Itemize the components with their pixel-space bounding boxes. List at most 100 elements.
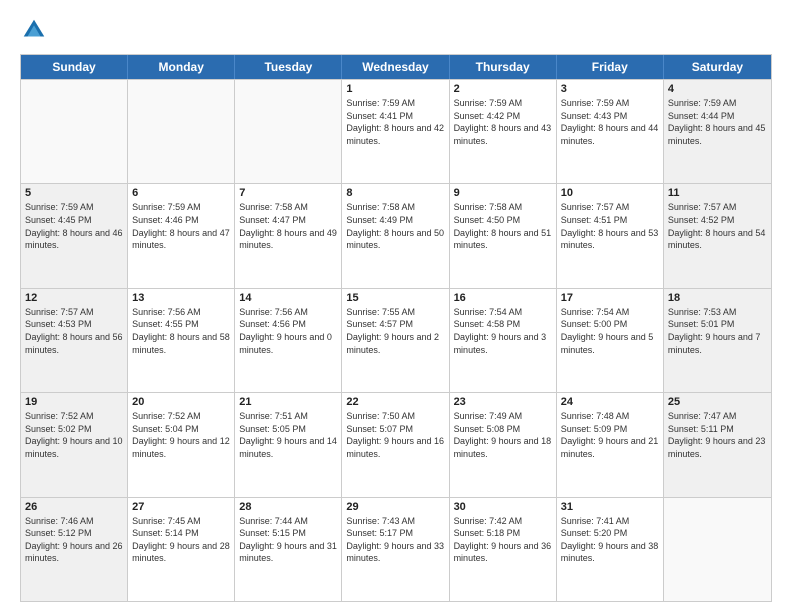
day-number: 30 [454, 501, 552, 513]
day-info: Sunrise: 7:59 AMSunset: 4:41 PMDaylight:… [346, 97, 444, 147]
day-cell-9: 9 Sunrise: 7:58 AMSunset: 4:50 PMDaylight… [450, 184, 557, 287]
day-number: 16 [454, 292, 552, 304]
day-cell-1: 1 Sunrise: 7:59 AMSunset: 4:41 PMDaylight… [342, 80, 449, 183]
day-number: 13 [132, 292, 230, 304]
day-info: Sunrise: 7:50 AMSunset: 5:07 PMDaylight:… [346, 410, 444, 460]
week-row-0: 1 Sunrise: 7:59 AMSunset: 4:41 PMDaylight… [21, 79, 771, 183]
day-number: 31 [561, 501, 659, 513]
day-number: 19 [25, 396, 123, 408]
day-number: 29 [346, 501, 444, 513]
day-info: Sunrise: 7:53 AMSunset: 5:01 PMDaylight:… [668, 306, 767, 356]
day-cell-11: 11 Sunrise: 7:57 AMSunset: 4:52 PMDayligh… [664, 184, 771, 287]
day-cell-14: 14 Sunrise: 7:56 AMSunset: 4:56 PMDayligh… [235, 289, 342, 392]
day-cell-25: 25Sunrise: 7:47 AMSunset: 5:11 PMDayligh… [664, 393, 771, 496]
empty-cell [664, 498, 771, 601]
day-cell-18: 18Sunrise: 7:53 AMSunset: 5:01 PMDayligh… [664, 289, 771, 392]
day-cell-15: 15Sunrise: 7:55 AMSunset: 4:57 PMDayligh… [342, 289, 449, 392]
day-number: 24 [561, 396, 659, 408]
header-day-friday: Friday [557, 55, 664, 79]
day-number: 3 [561, 83, 659, 95]
calendar: SundayMondayTuesdayWednesdayThursdayFrid… [20, 54, 772, 602]
page: SundayMondayTuesdayWednesdayThursdayFrid… [0, 0, 792, 612]
logo [20, 16, 52, 44]
day-info: Sunrise: 7:55 AMSunset: 4:57 PMDaylight:… [346, 306, 444, 356]
day-info: Sunrise: 7:43 AMSunset: 5:17 PMDaylight:… [346, 515, 444, 565]
day-number: 11 [668, 187, 767, 199]
day-cell-21: 21Sunrise: 7:51 AMSunset: 5:05 PMDayligh… [235, 393, 342, 496]
day-cell-20: 20 Sunrise: 7:52 AMSunset: 5:04 PMDayligh… [128, 393, 235, 496]
day-cell-24: 24 Sunrise: 7:48 AMSunset: 5:09 PMDayligh… [557, 393, 664, 496]
day-info: Sunrise: 7:56 AMSunset: 4:56 PMDaylight:… [239, 306, 337, 356]
day-cell-5: 5 Sunrise: 7:59 AMSunset: 4:45 PMDaylight… [21, 184, 128, 287]
empty-cell [21, 80, 128, 183]
day-number: 5 [25, 187, 123, 199]
logo-icon [20, 16, 48, 44]
day-info: Sunrise: 7:58 AMSunset: 4:49 PMDaylight:… [346, 201, 444, 251]
day-number: 14 [239, 292, 337, 304]
header-day-monday: Monday [128, 55, 235, 79]
day-number: 1 [346, 83, 444, 95]
day-number: 22 [346, 396, 444, 408]
day-number: 17 [561, 292, 659, 304]
day-cell-12: 12Sunrise: 7:57 AMSunset: 4:53 PMDayligh… [21, 289, 128, 392]
day-info: Sunrise: 7:48 AMSunset: 5:09 PMDaylight:… [561, 410, 659, 460]
calendar-body: 1 Sunrise: 7:59 AMSunset: 4:41 PMDaylight… [21, 79, 771, 601]
day-info: Sunrise: 7:42 AMSunset: 5:18 PMDaylight:… [454, 515, 552, 565]
day-cell-28: 28Sunrise: 7:44 AMSunset: 5:15 PMDayligh… [235, 498, 342, 601]
header [20, 16, 772, 44]
day-number: 8 [346, 187, 444, 199]
day-cell-17: 17 Sunrise: 7:54 AMSunset: 5:00 PMDayligh… [557, 289, 664, 392]
day-cell-4: 4 Sunrise: 7:59 AMSunset: 4:44 PMDaylight… [664, 80, 771, 183]
day-cell-7: 7Sunrise: 7:58 AMSunset: 4:47 PMDaylight… [235, 184, 342, 287]
day-cell-22: 22 Sunrise: 7:50 AMSunset: 5:07 PMDayligh… [342, 393, 449, 496]
day-cell-13: 13 Sunrise: 7:56 AMSunset: 4:55 PMDayligh… [128, 289, 235, 392]
empty-cell [128, 80, 235, 183]
day-info: Sunrise: 7:59 AMSunset: 4:43 PMDaylight:… [561, 97, 659, 147]
day-info: Sunrise: 7:59 AMSunset: 4:44 PMDaylight:… [668, 97, 767, 147]
day-cell-10: 10Sunrise: 7:57 AMSunset: 4:51 PMDayligh… [557, 184, 664, 287]
week-row-1: 5 Sunrise: 7:59 AMSunset: 4:45 PMDaylight… [21, 183, 771, 287]
day-info: Sunrise: 7:56 AMSunset: 4:55 PMDaylight:… [132, 306, 230, 356]
day-cell-30: 30 Sunrise: 7:42 AMSunset: 5:18 PMDayligh… [450, 498, 557, 601]
day-number: 27 [132, 501, 230, 513]
day-number: 6 [132, 187, 230, 199]
day-cell-19: 19Sunrise: 7:52 AMSunset: 5:02 PMDayligh… [21, 393, 128, 496]
day-info: Sunrise: 7:57 AMSunset: 4:51 PMDaylight:… [561, 201, 659, 251]
day-info: Sunrise: 7:59 AMSunset: 4:42 PMDaylight:… [454, 97, 552, 147]
empty-cell [235, 80, 342, 183]
day-info: Sunrise: 7:41 AMSunset: 5:20 PMDaylight:… [561, 515, 659, 565]
day-cell-31: 31 Sunrise: 7:41 AMSunset: 5:20 PMDayligh… [557, 498, 664, 601]
day-info: Sunrise: 7:57 AMSunset: 4:52 PMDaylight:… [668, 201, 767, 251]
day-cell-26: 26Sunrise: 7:46 AMSunset: 5:12 PMDayligh… [21, 498, 128, 601]
week-row-4: 26Sunrise: 7:46 AMSunset: 5:12 PMDayligh… [21, 497, 771, 601]
day-number: 2 [454, 83, 552, 95]
day-number: 28 [239, 501, 337, 513]
header-day-tuesday: Tuesday [235, 55, 342, 79]
header-day-sunday: Sunday [21, 55, 128, 79]
week-row-3: 19Sunrise: 7:52 AMSunset: 5:02 PMDayligh… [21, 392, 771, 496]
day-info: Sunrise: 7:59 AMSunset: 4:45 PMDaylight:… [25, 201, 123, 251]
header-day-saturday: Saturday [664, 55, 771, 79]
day-info: Sunrise: 7:52 AMSunset: 5:04 PMDaylight:… [132, 410, 230, 460]
day-info: Sunrise: 7:51 AMSunset: 5:05 PMDaylight:… [239, 410, 337, 460]
day-info: Sunrise: 7:54 AMSunset: 4:58 PMDaylight:… [454, 306, 552, 356]
day-cell-2: 2 Sunrise: 7:59 AMSunset: 4:42 PMDaylight… [450, 80, 557, 183]
header-day-thursday: Thursday [450, 55, 557, 79]
day-info: Sunrise: 7:45 AMSunset: 5:14 PMDaylight:… [132, 515, 230, 565]
day-cell-29: 29 Sunrise: 7:43 AMSunset: 5:17 PMDayligh… [342, 498, 449, 601]
day-cell-6: 6 Sunrise: 7:59 AMSunset: 4:46 PMDaylight… [128, 184, 235, 287]
day-number: 4 [668, 83, 767, 95]
day-number: 25 [668, 396, 767, 408]
day-info: Sunrise: 7:59 AMSunset: 4:46 PMDaylight:… [132, 201, 230, 251]
day-cell-8: 8 Sunrise: 7:58 AMSunset: 4:49 PMDaylight… [342, 184, 449, 287]
day-info: Sunrise: 7:58 AMSunset: 4:47 PMDaylight:… [239, 201, 337, 251]
day-number: 9 [454, 187, 552, 199]
day-cell-3: 3 Sunrise: 7:59 AMSunset: 4:43 PMDaylight… [557, 80, 664, 183]
day-info: Sunrise: 7:54 AMSunset: 5:00 PMDaylight:… [561, 306, 659, 356]
day-number: 12 [25, 292, 123, 304]
day-number: 26 [25, 501, 123, 513]
day-cell-16: 16 Sunrise: 7:54 AMSunset: 4:58 PMDayligh… [450, 289, 557, 392]
day-info: Sunrise: 7:58 AMSunset: 4:50 PMDaylight:… [454, 201, 552, 251]
day-number: 20 [132, 396, 230, 408]
calendar-header: SundayMondayTuesdayWednesdayThursdayFrid… [21, 55, 771, 79]
